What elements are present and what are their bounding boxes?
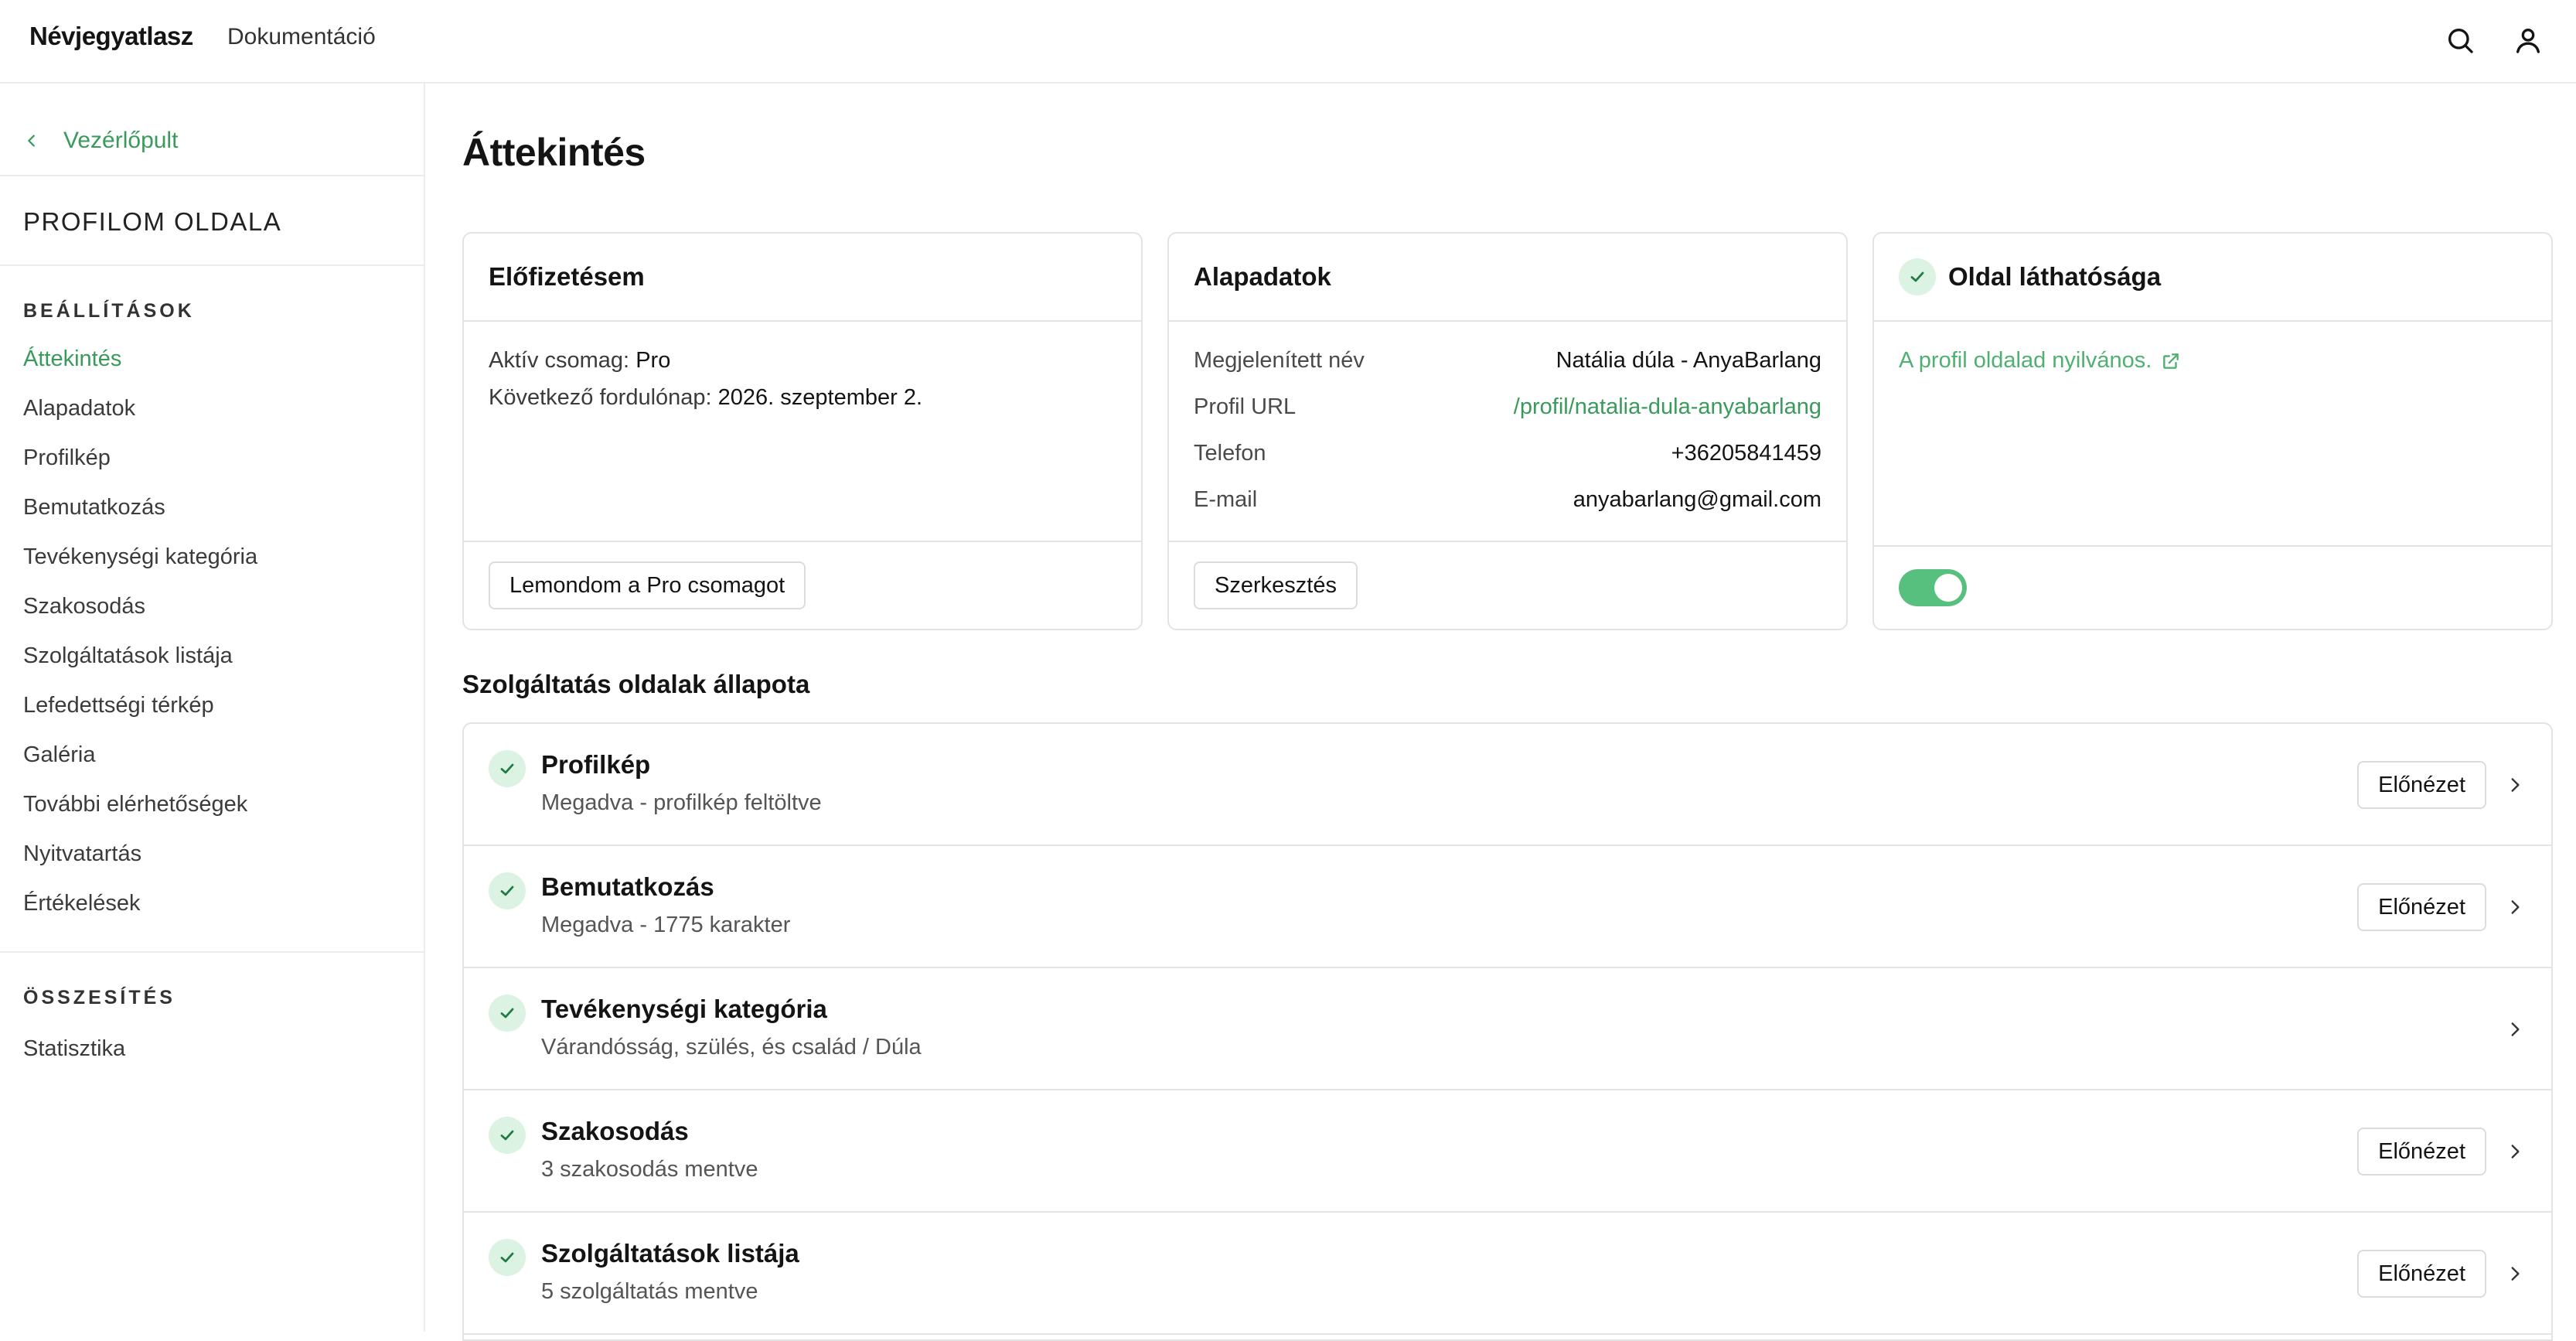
- check-icon: [489, 872, 526, 909]
- chevron-right-icon: [2511, 1145, 2520, 1158]
- service-status: 5 szolgáltatás mentve: [541, 1279, 758, 1304]
- sidebar-item-specialization[interactable]: Szakosodás: [23, 594, 145, 619]
- public-profile-text: A profil oldalad nyilvános.: [1899, 348, 2152, 373]
- visibility-toggle[interactable]: [1899, 569, 1967, 606]
- active-plan-line: Aktív csomag: Pro: [489, 348, 670, 374]
- sidebar-item-overview[interactable]: Áttekintés: [23, 346, 121, 372]
- visibility-card: Oldal láthatósága A profil oldalad nyilv…: [1872, 232, 2553, 630]
- profile-url-row: Profil URL /profil/natalia-dula-anyabarl…: [1194, 394, 1821, 420]
- card-header: Előfizetésem: [464, 234, 1141, 322]
- edit-button[interactable]: Szerkesztés: [1194, 561, 1358, 609]
- preview-button[interactable]: Előnézet: [2357, 883, 2486, 931]
- sidebar-item-contacts[interactable]: További elérhetőségek: [23, 792, 247, 817]
- sidebar-item-basics[interactable]: Alapadatok: [23, 396, 135, 421]
- plan-value: Pro: [635, 348, 671, 373]
- divider: [0, 175, 424, 176]
- subscription-card: Előfizetésem Aktív csomag: Pro Következő…: [462, 232, 1143, 630]
- renewal-line: Következő fordulónap: 2026. szeptember 2…: [489, 385, 922, 411]
- check-icon: [489, 995, 526, 1032]
- service-status: Megadva - 1775 karakter: [541, 913, 791, 937]
- service-status: Megadva - profilkép feltöltve: [541, 790, 822, 815]
- renewal-label: Következő fordulónap:: [489, 385, 712, 410]
- email-label: E-mail: [1194, 487, 1258, 512]
- page-title: Áttekintés: [462, 131, 646, 174]
- card-header: Oldal láthatósága: [1874, 234, 2551, 322]
- sidebar-item-reviews[interactable]: Értékelések: [23, 891, 141, 916]
- profile-url-link[interactable]: /profil/natalia-dula-anyabarlang: [1514, 394, 1821, 420]
- card-header: Alapadatok: [1169, 234, 1846, 322]
- services-status-list: Profilkép Megadva - profilkép feltöltve …: [462, 722, 2553, 1341]
- preview-button[interactable]: Előnézet: [2357, 761, 2486, 809]
- back-to-dashboard-link[interactable]: Vezérlőpult: [23, 121, 178, 161]
- service-status: 3 szakosodás mentve: [541, 1157, 758, 1182]
- service-name: Szakosodás: [541, 1117, 689, 1145]
- search-icon[interactable]: [2440, 20, 2480, 60]
- display-name-label: Megjelenített név: [1194, 348, 1365, 373]
- sidebar-item-gallery[interactable]: Galéria: [23, 742, 96, 768]
- chevron-right-icon: [2511, 1022, 2520, 1036]
- service-name: Bemutatkozás: [541, 872, 714, 901]
- cancel-pro-button[interactable]: Lemondom a Pro csomagot: [489, 561, 806, 609]
- card-footer: Lemondom a Pro csomagot: [464, 541, 1141, 629]
- display-name-value: Natália dúla - AnyaBarlang: [1555, 348, 1821, 373]
- card-footer: Szerkesztés: [1169, 541, 1846, 629]
- visibility-title: Oldal láthatósága: [1948, 262, 2162, 291]
- display-name-row: Megjelenített név Natália dúla - AnyaBar…: [1194, 348, 1821, 374]
- back-label: Vezérlőpult: [63, 128, 179, 153]
- card-footer: [1874, 545, 2551, 629]
- external-link-icon: [2163, 353, 2179, 369]
- sidebar-item-opening-hours[interactable]: Nyitvatartás: [23, 841, 141, 867]
- chevron-right-icon: [2511, 778, 2520, 792]
- chevron-right-icon: [2511, 1267, 2520, 1281]
- top-bar: Névjegyatlasz Dokumentáció: [0, 0, 2576, 84]
- summary-heading: ÖSSZESÍTÉS: [23, 987, 175, 1008]
- check-icon: [489, 750, 526, 787]
- phone-value: +36205841459: [1671, 441, 1821, 466]
- service-row-services-list[interactable]: Szolgáltatások listája 5 szolgáltatás me…: [464, 1213, 2551, 1335]
- plan-label: Aktív csomag:: [489, 348, 630, 373]
- profile-url-label: Profil URL: [1194, 394, 1297, 419]
- services-status-title: Szolgáltatás oldalak állapota: [462, 670, 810, 698]
- service-name: Szolgáltatások listája: [541, 1239, 799, 1268]
- check-icon: [489, 1117, 526, 1154]
- email-row: E-mail anyabarlang@gmail.com: [1194, 487, 1821, 513]
- profile-page-title: PROFILOM OLDALA: [23, 207, 282, 236]
- settings-heading: BEÁLLÍTÁSOK: [23, 300, 195, 322]
- chevron-right-icon: [2511, 900, 2520, 914]
- phone-label: Telefon: [1194, 441, 1266, 466]
- sidebar-item-statistics[interactable]: Statisztika: [23, 1036, 125, 1062]
- service-row-specialization[interactable]: Szakosodás 3 szakosodás mentve Előnézet: [464, 1090, 2551, 1213]
- service-row-activity-category[interactable]: Tevékenységi kategória Várandósság, szül…: [464, 968, 2551, 1090]
- public-profile-link[interactable]: A profil oldalad nyilvános.: [1899, 348, 2181, 374]
- sidebar-item-coverage-map[interactable]: Lefedettségi térkép: [23, 693, 214, 718]
- service-status: Várandósság, szülés, és család / Dúla: [541, 1035, 922, 1059]
- sidebar-item-profile-picture[interactable]: Profilkép: [23, 445, 111, 471]
- service-row-profile-picture[interactable]: Profilkép Megadva - profilkép feltöltve …: [464, 724, 2551, 846]
- sidebar-item-services-list[interactable]: Szolgáltatások listája: [23, 643, 233, 669]
- service-name: Tevékenységi kategória: [541, 995, 827, 1023]
- basics-card: Alapadatok Megjelenített név Natália dúl…: [1167, 232, 1848, 630]
- sidebar: Vezérlőpult PROFILOM OLDALA BEÁLLÍTÁSOK …: [0, 84, 425, 1332]
- brand-logo[interactable]: Névjegyatlasz: [29, 22, 193, 51]
- check-icon: [489, 1239, 526, 1276]
- divider: [0, 951, 424, 953]
- basics-title: Alapadatok: [1194, 262, 1331, 291]
- check-icon: [1899, 258, 1936, 295]
- docs-link[interactable]: Dokumentáció: [227, 24, 376, 50]
- phone-row: Telefon +36205841459: [1194, 441, 1821, 466]
- service-name: Profilkép: [541, 750, 651, 779]
- subscription-title: Előfizetésem: [489, 262, 645, 291]
- user-icon[interactable]: [2508, 20, 2548, 60]
- divider: [0, 264, 424, 266]
- preview-button[interactable]: Előnézet: [2357, 1128, 2486, 1176]
- chevron-left-icon: [28, 135, 35, 147]
- email-value: anyabarlang@gmail.com: [1573, 487, 1821, 512]
- preview-button[interactable]: Előnézet: [2357, 1250, 2486, 1298]
- service-row-introduction[interactable]: Bemutatkozás Megadva - 1775 karakter Elő…: [464, 846, 2551, 968]
- sidebar-item-introduction[interactable]: Bemutatkozás: [23, 495, 165, 520]
- renewal-value: 2026. szeptember 2.: [717, 385, 923, 410]
- sidebar-item-activity-category[interactable]: Tevékenységi kategória: [23, 544, 257, 570]
